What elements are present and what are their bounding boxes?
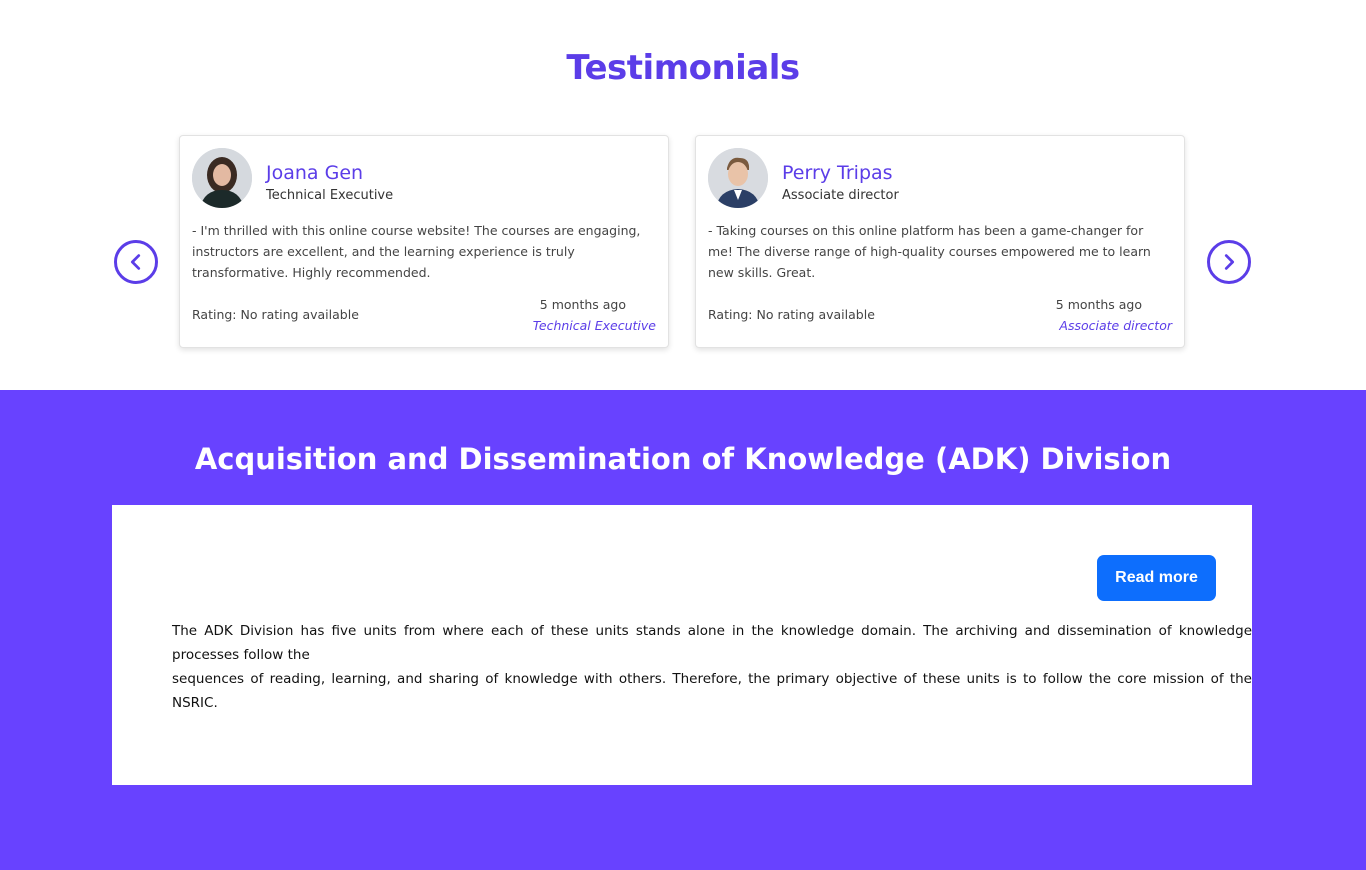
testimonial-date: 5 months ago: [1055, 297, 1142, 312]
testimonial-rating: Rating: No rating available: [708, 307, 875, 322]
adk-paragraph: sequences of reading, learning, and shar…: [172, 671, 1252, 711]
testimonials-title: Testimonials: [566, 48, 800, 88]
testimonial-card: Joana Gen Technical Executive - I'm thri…: [179, 135, 669, 348]
testimonial-quote: - Taking courses on this online platform…: [708, 223, 1151, 280]
adk-section: Acquisition and Dissemination of Knowled…: [0, 390, 1366, 870]
testimonials-section: Testimonials Joana Gen Technical Executi…: [0, 0, 1366, 390]
testimonial-name: Joana Gen: [266, 162, 364, 184]
testimonial-tag: Technical Executive: [532, 318, 656, 333]
carousel-prev-button[interactable]: [114, 240, 158, 284]
testimonial-rating: Rating: No rating available: [192, 307, 359, 322]
adk-content-box: Read more The ADK Division has five unit…: [112, 505, 1252, 785]
testimonial-tag: Associate director: [1059, 318, 1172, 333]
testimonial-date: 5 months ago: [539, 297, 626, 312]
chevron-left-icon: [130, 254, 141, 270]
testimonial-card: Perry Tripas Associate director - Taking…: [695, 135, 1185, 348]
adk-description: The ADK Division has five units from whe…: [172, 619, 1252, 715]
read-more-button[interactable]: Read more: [1097, 555, 1216, 601]
testimonial-role: Technical Executive: [266, 188, 394, 203]
testimonial-name: Perry Tripas: [782, 162, 893, 184]
avatar: [708, 148, 768, 208]
testimonial-role: Associate director: [782, 188, 899, 203]
adk-title: Acquisition and Dissemination of Knowled…: [194, 442, 1172, 476]
chevron-right-icon: [1224, 254, 1235, 270]
testimonial-quote: - I'm thrilled with this online course w…: [192, 223, 641, 280]
carousel-next-button[interactable]: [1207, 240, 1251, 284]
avatar: [192, 148, 252, 208]
adk-paragraph: The ADK Division has five units from whe…: [172, 623, 1252, 663]
